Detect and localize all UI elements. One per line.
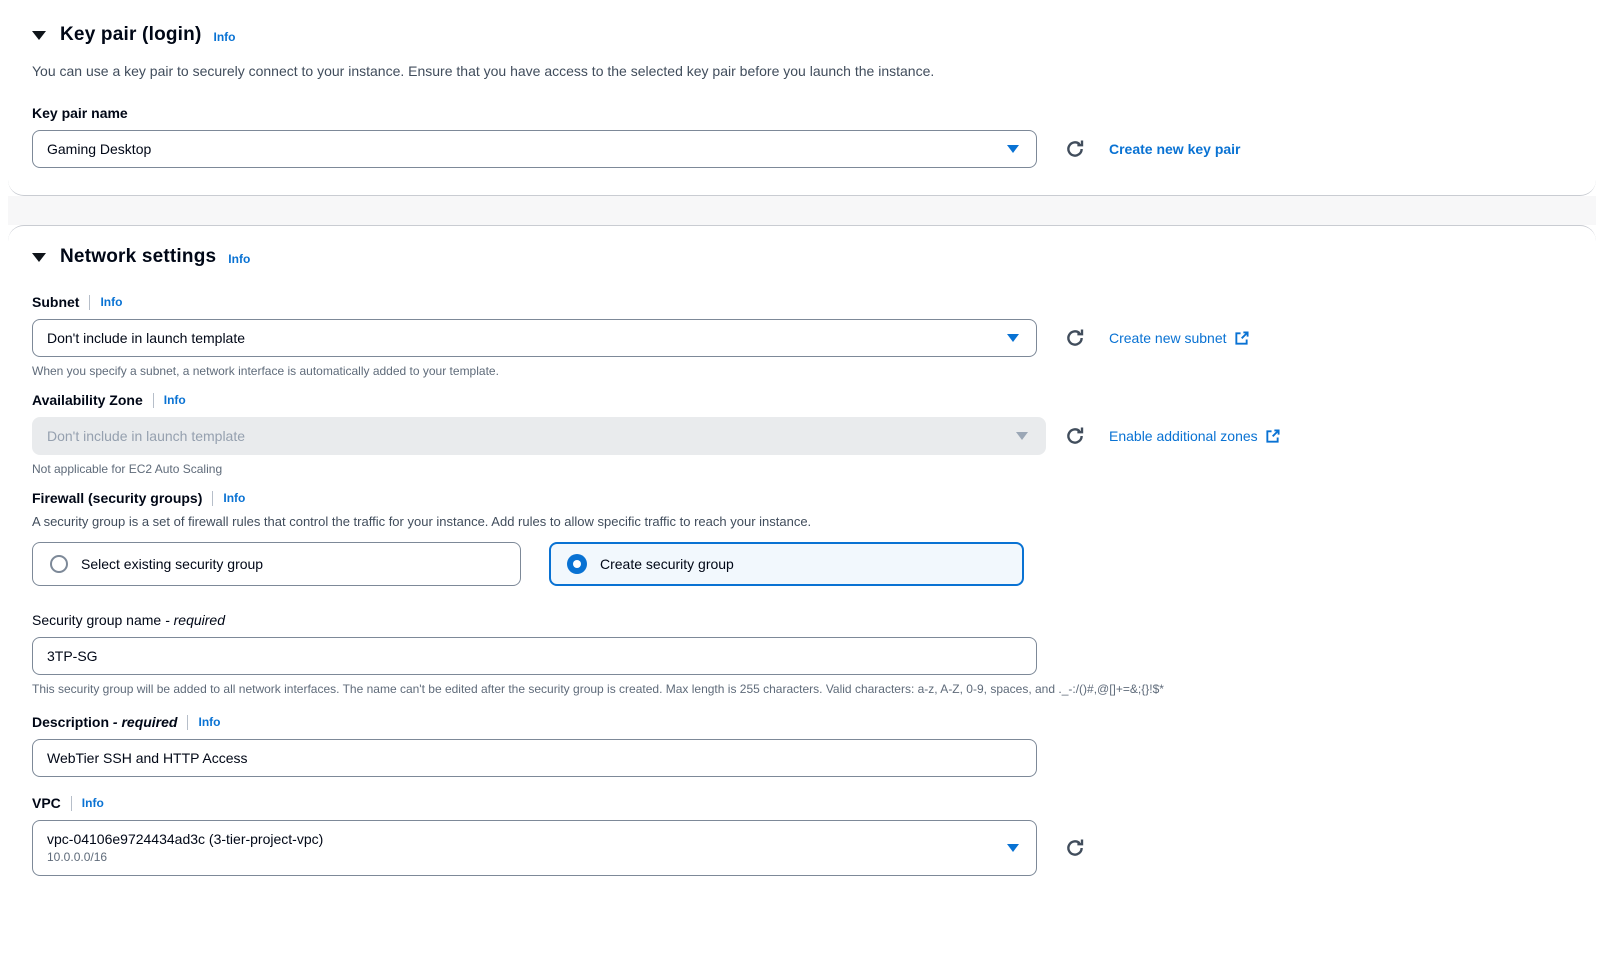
availability-zone-select: Don't include in launch template xyxy=(32,417,1046,455)
refresh-icon xyxy=(1065,426,1085,446)
availability-zone-field: Availability Zone Info Don't include in … xyxy=(32,392,1572,476)
security-group-description-input[interactable] xyxy=(32,739,1037,777)
select-existing-security-group-option[interactable]: Select existing security group xyxy=(32,542,521,586)
security-group-name-label: Security group name - required xyxy=(32,612,225,628)
section-divider xyxy=(8,196,1596,225)
vpc-info-link[interactable]: Info xyxy=(82,796,104,810)
refresh-icon xyxy=(1065,838,1085,858)
label-divider xyxy=(187,715,188,730)
label-divider xyxy=(153,393,154,408)
firewall-field: Firewall (security groups) Info A securi… xyxy=(32,490,1572,586)
firewall-label: Firewall (security groups) xyxy=(32,490,202,506)
enable-additional-zones-link-label: Enable additional zones xyxy=(1109,428,1258,444)
radio-unchecked-icon[interactable] xyxy=(50,555,68,573)
subnet-select-value: Don't include in launch template xyxy=(47,330,245,346)
key-pair-section-header[interactable]: Key pair (login) Info xyxy=(32,24,1572,46)
caret-down-icon xyxy=(1007,334,1019,342)
key-pair-refresh-button[interactable] xyxy=(1065,139,1085,159)
create-security-group-label: Create security group xyxy=(600,556,734,572)
create-new-subnet-link-label: Create new subnet xyxy=(1109,330,1227,346)
key-pair-select-value: Gaming Desktop xyxy=(47,141,151,157)
collapse-triangle-icon[interactable] xyxy=(32,253,46,262)
caret-down-icon xyxy=(1016,432,1028,440)
key-pair-description: You can use a key pair to securely conne… xyxy=(32,63,1572,79)
label-divider xyxy=(71,796,72,811)
network-settings-section-title: Network settings xyxy=(60,246,216,268)
create-new-subnet-link[interactable]: Create new subnet xyxy=(1109,330,1249,346)
subnet-refresh-button[interactable] xyxy=(1065,328,1085,348)
network-settings-section-header[interactable]: Network settings Info xyxy=(32,246,1572,268)
refresh-icon xyxy=(1065,328,1085,348)
network-settings-section: Network settings Info Subnet Info Don't … xyxy=(8,225,1596,924)
key-pair-section-title: Key pair (login) xyxy=(60,24,202,46)
security-group-description-field: Description - required Info xyxy=(32,714,1572,777)
availability-zone-helper-text: Not applicable for EC2 Auto Scaling xyxy=(32,462,1572,476)
caret-down-icon xyxy=(1007,844,1019,852)
key-pair-section: Key pair (login) Info You can use a key … xyxy=(8,0,1596,196)
security-group-name-helper-text: This security group will be added to all… xyxy=(32,682,1572,696)
vpc-label: VPC xyxy=(32,795,61,811)
security-group-options: Select existing security group Create se… xyxy=(32,542,1572,586)
vpc-select-value: vpc-04106e9724434ad3c (3-tier-project-vp… xyxy=(47,829,323,849)
subnet-label: Subnet xyxy=(32,294,79,310)
availability-zone-label: Availability Zone xyxy=(32,392,143,408)
key-pair-info-link[interactable]: Info xyxy=(214,30,236,44)
firewall-info-link[interactable]: Info xyxy=(223,491,245,505)
key-pair-name-label: Key pair name xyxy=(32,105,128,121)
firewall-description: A security group is a set of firewall ru… xyxy=(32,514,1572,529)
create-new-key-pair-link[interactable]: Create new key pair xyxy=(1109,141,1241,157)
subnet-field: Subnet Info Don't include in launch temp… xyxy=(32,294,1572,378)
create-security-group-option[interactable]: Create security group xyxy=(549,542,1024,586)
security-group-name-field: Security group name - required This secu… xyxy=(32,612,1572,696)
vpc-field: VPC Info vpc-04106e9724434ad3c (3-tier-p… xyxy=(32,795,1572,876)
network-settings-info-link[interactable]: Info xyxy=(228,252,250,266)
subnet-select[interactable]: Don't include in launch template xyxy=(32,319,1037,357)
enable-additional-zones-link[interactable]: Enable additional zones xyxy=(1109,428,1280,444)
vpc-select-cidr: 10.0.0.0/16 xyxy=(47,849,323,866)
security-group-description-info-link[interactable]: Info xyxy=(198,715,220,729)
availability-zone-select-value: Don't include in launch template xyxy=(47,428,245,444)
key-pair-name-field: Key pair name Gaming Desktop Create new … xyxy=(32,105,1572,168)
external-link-icon xyxy=(1265,429,1280,444)
radio-checked-icon[interactable] xyxy=(567,554,587,574)
label-divider xyxy=(89,295,90,310)
collapse-triangle-icon[interactable] xyxy=(32,31,46,40)
security-group-name-input[interactable] xyxy=(32,637,1037,675)
vpc-select[interactable]: vpc-04106e9724434ad3c (3-tier-project-vp… xyxy=(32,820,1037,876)
security-group-description-label: Description - required xyxy=(32,714,177,730)
caret-down-icon xyxy=(1007,145,1019,153)
key-pair-select[interactable]: Gaming Desktop xyxy=(32,130,1037,168)
refresh-icon xyxy=(1065,139,1085,159)
external-link-icon xyxy=(1234,331,1249,346)
label-divider xyxy=(212,491,213,506)
availability-zone-refresh-button[interactable] xyxy=(1065,426,1085,446)
select-existing-security-group-label: Select existing security group xyxy=(81,556,263,572)
subnet-info-link[interactable]: Info xyxy=(100,295,122,309)
vpc-refresh-button[interactable] xyxy=(1065,838,1085,858)
availability-zone-info-link[interactable]: Info xyxy=(164,393,186,407)
subnet-helper-text: When you specify a subnet, a network int… xyxy=(32,364,1572,378)
